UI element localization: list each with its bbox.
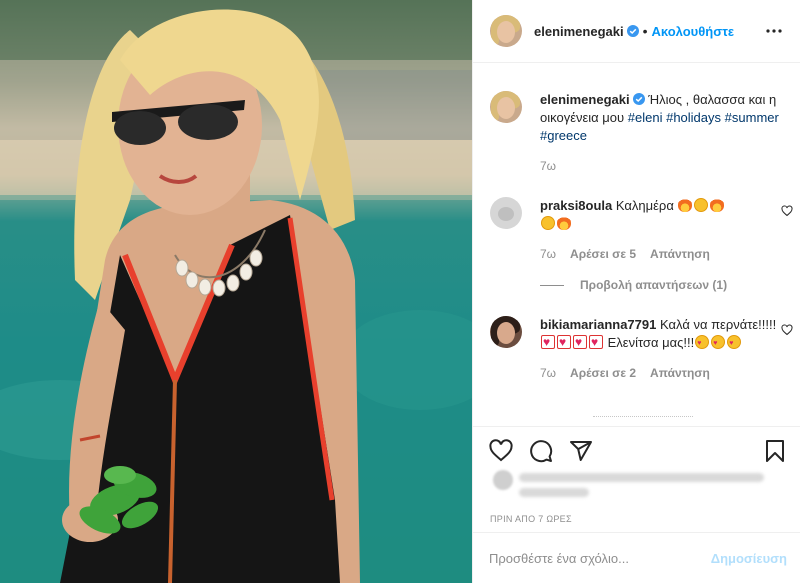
post-header: elenimenegaki • Ακολουθήστε <box>473 0 800 63</box>
hashtag-summer[interactable]: #summer <box>725 110 779 125</box>
author-avatar[interactable] <box>490 15 522 47</box>
follow-button[interactable]: Ακολουθήστε <box>652 24 735 39</box>
share-icon[interactable] <box>569 439 593 463</box>
liked-by-blurred <box>489 466 789 506</box>
heart-eyes-emoji-icon <box>711 335 726 353</box>
commenter-avatar[interactable] <box>490 316 522 348</box>
heart-eyes-emoji-icon <box>695 335 710 353</box>
commenter-username[interactable]: praksi8oula <box>540 198 612 213</box>
fire-emoji-icon <box>710 198 725 212</box>
heart-letter-emoji-icon <box>589 333 603 351</box>
reply-button[interactable]: Απάντηση <box>650 247 710 261</box>
verified-badge-icon <box>632 93 645 105</box>
commenter-username[interactable]: bikiamarianna7791 <box>540 317 656 332</box>
smile-emoji-icon <box>541 216 555 230</box>
fire-emoji-icon <box>557 216 571 230</box>
comment-likes[interactable]: Αρέσει σε 5 <box>570 247 636 261</box>
comment-time[interactable]: 7ω <box>540 247 556 261</box>
more-options-icon[interactable] <box>764 29 784 33</box>
post-comment-button[interactable]: Δημοσίευση <box>711 551 787 566</box>
view-replies-label: Προβολή απαντήσεων (1) <box>580 278 728 292</box>
comment-text: Καλημέρα <box>615 198 674 213</box>
comment-item: bikiamarianna7791 Καλά να περνάτε!!!!! Ε… <box>490 316 793 380</box>
comment-text-part1: Καλά να περνάτε!!!!! <box>659 317 777 332</box>
hashtag-eleni[interactable]: #eleni <box>628 110 663 125</box>
separator-dot: • <box>642 23 648 39</box>
hashtag-holidays[interactable]: #holidays <box>666 110 721 125</box>
comments-list[interactable]: elenimenegaki Ήλιος , θαλασσα και η οικο… <box>473 64 800 426</box>
verified-badge-icon <box>626 25 639 37</box>
small-heart-icon[interactable] <box>781 205 793 217</box>
heart-eyes-emoji-icon <box>727 335 742 353</box>
commenter-avatar[interactable] <box>490 197 522 229</box>
caption-avatar[interactable] <box>490 91 522 123</box>
caption-username[interactable]: elenimenegaki <box>540 92 630 107</box>
comment-time[interactable]: 7ω <box>540 366 556 380</box>
comment-icon[interactable] <box>529 439 553 463</box>
heart-letter-emoji-icon <box>541 333 555 351</box>
author-username[interactable]: elenimenegaki <box>534 24 624 39</box>
view-replies-button[interactable]: Προβολή απαντήσεων (1) <box>540 278 727 292</box>
post-timestamp[interactable]: ΠΡΙΝ ΑΠΟ 7 ΩΡΕΣ <box>490 514 572 524</box>
heart-letter-emoji-icon <box>557 333 571 351</box>
comment-likes[interactable]: Αρέσει σε 2 <box>570 366 636 380</box>
post-side-panel: elenimenegaki • Ακολουθήστε elenimenegak… <box>472 0 800 583</box>
small-heart-icon[interactable] <box>781 324 793 336</box>
comment-text-part2: Ελενίτσα μας!!! <box>607 335 695 350</box>
clipped-comment-hint <box>593 416 693 424</box>
heart-letter-emoji-icon <box>573 333 587 351</box>
heart-icon[interactable] <box>489 438 513 463</box>
post-photo[interactable] <box>0 0 472 583</box>
comment-item: praksi8oula Καλημέρα 7ω Αρέσει σε 5 Απάν… <box>490 197 793 261</box>
reply-button[interactable]: Απάντηση <box>650 366 710 380</box>
replies-divider <box>540 284 564 286</box>
fire-emoji-icon <box>678 198 693 212</box>
hashtag-greece[interactable]: #greece <box>540 128 587 143</box>
caption: elenimenegaki Ήλιος , θαλασσα και η οικο… <box>490 91 790 173</box>
photo-illustration <box>0 0 472 583</box>
comment-input[interactable] <box>489 550 711 566</box>
smile-emoji-icon <box>694 198 709 212</box>
add-comment-bar: Δημοσίευση <box>473 532 800 583</box>
bookmark-icon[interactable] <box>763 439 787 463</box>
caption-time[interactable]: 7ω <box>540 159 556 173</box>
